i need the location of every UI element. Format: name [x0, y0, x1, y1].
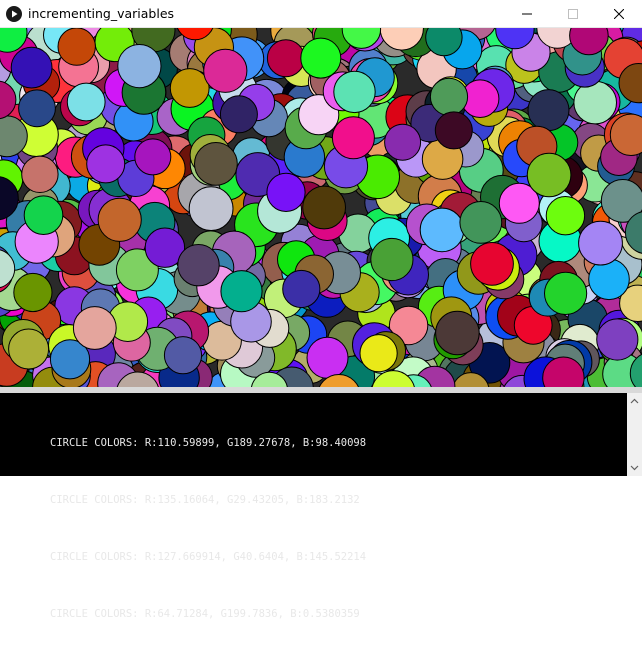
console-panel: CIRCLE COLORS: R:110.59899, G189.27678, …: [0, 387, 642, 476]
circle: [332, 117, 374, 159]
circle: [360, 335, 397, 372]
console-output: CIRCLE COLORS: R:110.59899, G189.27678, …: [50, 396, 366, 662]
circle: [283, 270, 320, 307]
circle: [67, 83, 105, 121]
circle: [435, 112, 472, 149]
circle: [420, 208, 464, 252]
console-divider: [0, 387, 642, 393]
circle: [546, 197, 584, 235]
circle: [436, 311, 480, 355]
close-icon: [614, 9, 624, 19]
circles-drawing: [0, 28, 642, 387]
circle: [170, 69, 209, 108]
console-scrollbar[interactable]: [627, 393, 642, 476]
circle: [527, 153, 571, 197]
circle: [545, 272, 587, 314]
circle: [267, 173, 305, 211]
circle: [385, 124, 421, 160]
play-icon: [6, 6, 22, 22]
circle: [460, 202, 502, 244]
minimize-icon: [522, 9, 532, 19]
circle: [87, 145, 125, 183]
console-line: CIRCLE COLORS: R:110.59899, G189.27678, …: [50, 434, 366, 453]
scroll-up-icon[interactable]: [630, 397, 639, 406]
circle: [135, 139, 171, 175]
console-line: CIRCLE COLORS: R:135.16064, G29.43205, B…: [50, 491, 366, 510]
circle: [220, 96, 257, 133]
circle: [597, 319, 638, 360]
circle: [528, 90, 569, 131]
circle: [334, 71, 375, 112]
circle: [22, 156, 58, 192]
circle: [301, 38, 341, 78]
circle: [267, 40, 304, 77]
circle: [574, 81, 617, 124]
window-title: incrementing_variables: [28, 6, 174, 21]
circle: [221, 271, 262, 312]
circle: [307, 337, 348, 378]
circle: [189, 187, 233, 231]
console-line: CIRCLE COLORS: R:127.669914, G40.6404, B…: [50, 548, 366, 567]
circle: [471, 243, 514, 286]
close-button[interactable]: [596, 0, 642, 28]
minimize-button[interactable]: [504, 0, 550, 28]
circle: [178, 245, 219, 286]
circle: [118, 45, 161, 88]
title-bar: incrementing_variables: [0, 0, 642, 28]
circle: [430, 78, 467, 115]
console-line: CIRCLE COLORS: R:64.71284, G199.7836, B:…: [50, 605, 366, 624]
circle: [58, 28, 95, 65]
maximize-icon: [568, 9, 578, 19]
sketch-canvas[interactable]: [0, 28, 642, 387]
circle: [9, 329, 49, 369]
circle: [303, 186, 346, 229]
circle: [19, 90, 56, 127]
circle: [579, 221, 623, 265]
circle: [164, 337, 201, 374]
circle: [371, 238, 413, 280]
circle: [204, 49, 247, 92]
circle: [14, 273, 52, 311]
circle: [195, 143, 238, 186]
circle: [11, 47, 52, 88]
circle: [73, 307, 116, 350]
circle: [589, 259, 630, 300]
circle: [24, 196, 63, 235]
maximize-button[interactable]: [550, 0, 596, 28]
scroll-down-icon[interactable]: [630, 463, 639, 472]
circle: [98, 198, 141, 241]
